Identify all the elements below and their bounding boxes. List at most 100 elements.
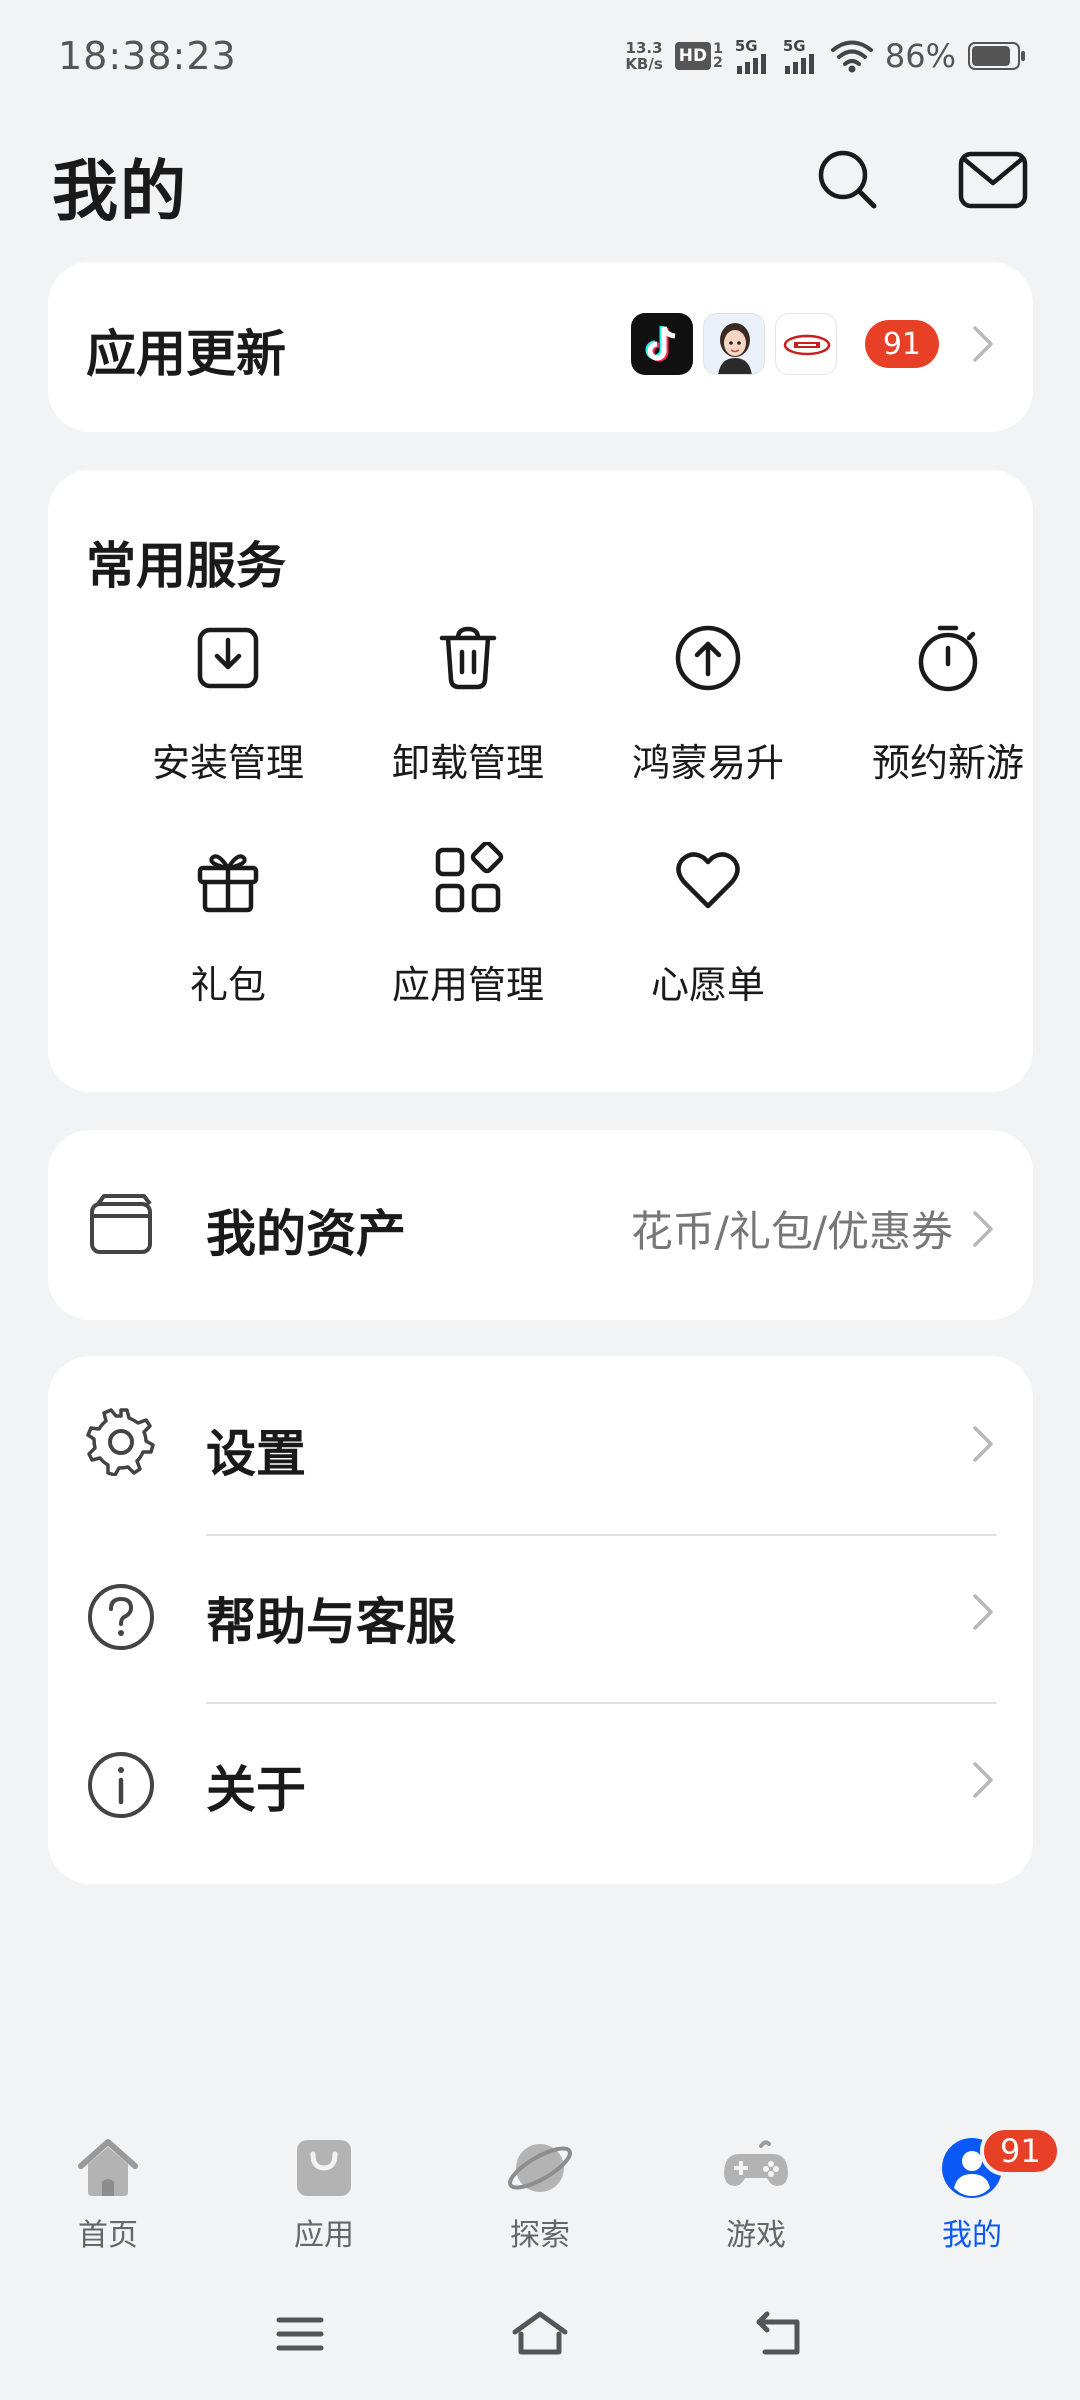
brand-app-icon xyxy=(774,313,837,375)
app-update-summary: 91 xyxy=(630,312,997,376)
nav-apps[interactable]: 应用 xyxy=(244,2132,404,2254)
tiktok-app-icon xyxy=(630,313,693,375)
service-reserve-new-games[interactable]: 预约新游 xyxy=(838,620,1058,820)
nav-home[interactable]: 首页 xyxy=(28,2132,188,2254)
search-icon xyxy=(818,150,877,209)
about-row[interactable]: 关于 xyxy=(48,1704,1033,1880)
battery-icon xyxy=(968,42,1025,70)
help-support-label: 帮助与客服 xyxy=(206,1593,456,1651)
update-count-badge: 91 xyxy=(864,320,939,368)
my-assets-sub: 花币/礼包/优惠券 xyxy=(630,1207,953,1256)
my-assets-label: 我的资产 xyxy=(206,1205,406,1263)
search-button[interactable] xyxy=(808,140,888,220)
nav-explore[interactable]: 探索 xyxy=(460,2132,620,2254)
chevron-right-icon xyxy=(973,326,993,362)
service-wishlist[interactable]: 心愿单 xyxy=(598,842,818,1042)
nav-games[interactable]: 游戏 xyxy=(676,2132,836,2254)
help-chevron-wrap xyxy=(969,1590,997,1634)
menu-icon xyxy=(276,2317,324,2351)
help-icon xyxy=(88,1584,154,1650)
avatar-app-icon xyxy=(702,313,765,375)
chevron-right-icon xyxy=(973,1762,993,1798)
my-assets-card[interactable]: 我的资产 花币/礼包/优惠券 xyxy=(48,1130,1033,1320)
sim2-label: 5G xyxy=(782,36,806,55)
chevron-right-icon xyxy=(973,1594,993,1630)
nav-me[interactable]: 我的 91 xyxy=(892,2126,1061,2254)
install-icon xyxy=(197,627,259,689)
network-speed-unit: KB/s xyxy=(625,55,663,73)
settings-row[interactable]: 设置 xyxy=(48,1356,1033,1532)
home-button[interactable] xyxy=(505,2304,575,2364)
apps-grid-icon xyxy=(435,842,504,913)
wifi-icon xyxy=(830,40,873,73)
settings-chevron-wrap xyxy=(969,1422,997,1466)
upgrade-icon xyxy=(675,625,741,691)
back-icon xyxy=(756,2311,800,2355)
help-support-row[interactable]: 帮助与客服 xyxy=(48,1536,1033,1702)
menu-button[interactable] xyxy=(265,2304,335,2364)
wallet-icon xyxy=(90,1194,152,1254)
settings-label: 设置 xyxy=(206,1425,306,1483)
settings-list-card: 设置 帮助与客服 关于 xyxy=(48,1356,1033,1884)
app-update-title: 应用更新 xyxy=(86,325,286,383)
services-card: 常用服务 安装管理 卸载管理 鸿蒙易升 预约新游 礼包 应用管理 心愿单 xyxy=(48,470,1033,1092)
signal-bars-icon xyxy=(736,53,766,74)
bottom-nav: 首页 应用 探索 游戏 我的 91 xyxy=(0,2110,1080,2270)
trash-icon xyxy=(439,626,497,690)
service-harmony-upgrade[interactable]: 鸿蒙易升 xyxy=(598,620,818,820)
nav-label: 探索 xyxy=(510,2218,570,2253)
service-label: 心愿单 xyxy=(650,963,765,1007)
network-speed: 13.3 KB/s xyxy=(625,40,662,72)
my-assets-summary: 花币/礼包/优惠券 xyxy=(631,1198,997,1259)
hd-badge: HD xyxy=(674,42,712,70)
signal-1: 5G xyxy=(734,36,771,74)
service-app-management[interactable]: 应用管理 xyxy=(358,842,578,1042)
service-label: 安装管理 xyxy=(151,741,304,785)
signal-2: 5G xyxy=(782,36,819,74)
service-install-management[interactable]: 安装管理 xyxy=(118,620,338,820)
about-label: 关于 xyxy=(206,1761,306,1819)
service-gift-packs[interactable]: 礼包 xyxy=(118,842,338,1042)
chevron-right-icon xyxy=(973,1210,993,1247)
hd-sub-bottom: 2 xyxy=(713,55,723,71)
status-icons: 13.3 KB/s HD 1 2 5G 5G 86% xyxy=(625,36,1026,76)
app-update-card[interactable]: 应用更新 91 xyxy=(48,262,1033,432)
signal-bars-icon xyxy=(784,53,814,74)
home-icon xyxy=(78,2139,138,2196)
service-label: 卸载管理 xyxy=(391,741,544,785)
mail-icon xyxy=(958,151,1028,209)
sim1-label: 5G xyxy=(734,36,758,55)
hd-sim-indicator: 1 2 xyxy=(713,42,723,70)
chevron-right-icon xyxy=(973,1426,993,1462)
nav-label: 游戏 xyxy=(726,2218,786,2253)
service-label: 礼包 xyxy=(189,963,266,1007)
heart-icon xyxy=(676,852,740,909)
bag-icon xyxy=(297,2140,351,2196)
nav-label: 首页 xyxy=(78,2218,138,2253)
status-time: 18:38:23 xyxy=(58,34,237,78)
network-speed-value: 13.3 xyxy=(625,39,663,57)
page-title: 我的 xyxy=(52,153,188,230)
battery-percent: 86% xyxy=(884,37,956,75)
services-title: 常用服务 xyxy=(86,537,286,595)
system-nav-bar xyxy=(0,2290,1080,2380)
service-label: 鸿蒙易升 xyxy=(631,741,784,785)
service-label: 应用管理 xyxy=(391,963,544,1007)
gamepad-icon xyxy=(724,2140,788,2186)
nav-label: 应用 xyxy=(294,2218,354,2253)
hd-call-indicator: HD 1 2 xyxy=(674,42,723,70)
home-outline-icon xyxy=(512,2311,568,2355)
gear-icon xyxy=(86,1408,155,1476)
messages-button[interactable] xyxy=(953,140,1033,220)
back-button[interactable] xyxy=(745,2304,815,2364)
info-icon xyxy=(88,1752,154,1818)
hd-sub-top: 1 xyxy=(713,41,723,57)
stopwatch-icon xyxy=(918,625,978,692)
service-label: 预约新游 xyxy=(871,741,1024,785)
nav-me-badge: 91 xyxy=(980,2126,1061,2176)
planet-icon xyxy=(508,2144,572,2192)
service-uninstall-management[interactable]: 卸载管理 xyxy=(358,620,578,820)
about-chevron-wrap xyxy=(969,1758,997,1802)
gift-icon xyxy=(197,854,259,913)
status-bar: 18:38:23 13.3 KB/s HD 1 2 5G 5G 86% xyxy=(0,0,1080,118)
